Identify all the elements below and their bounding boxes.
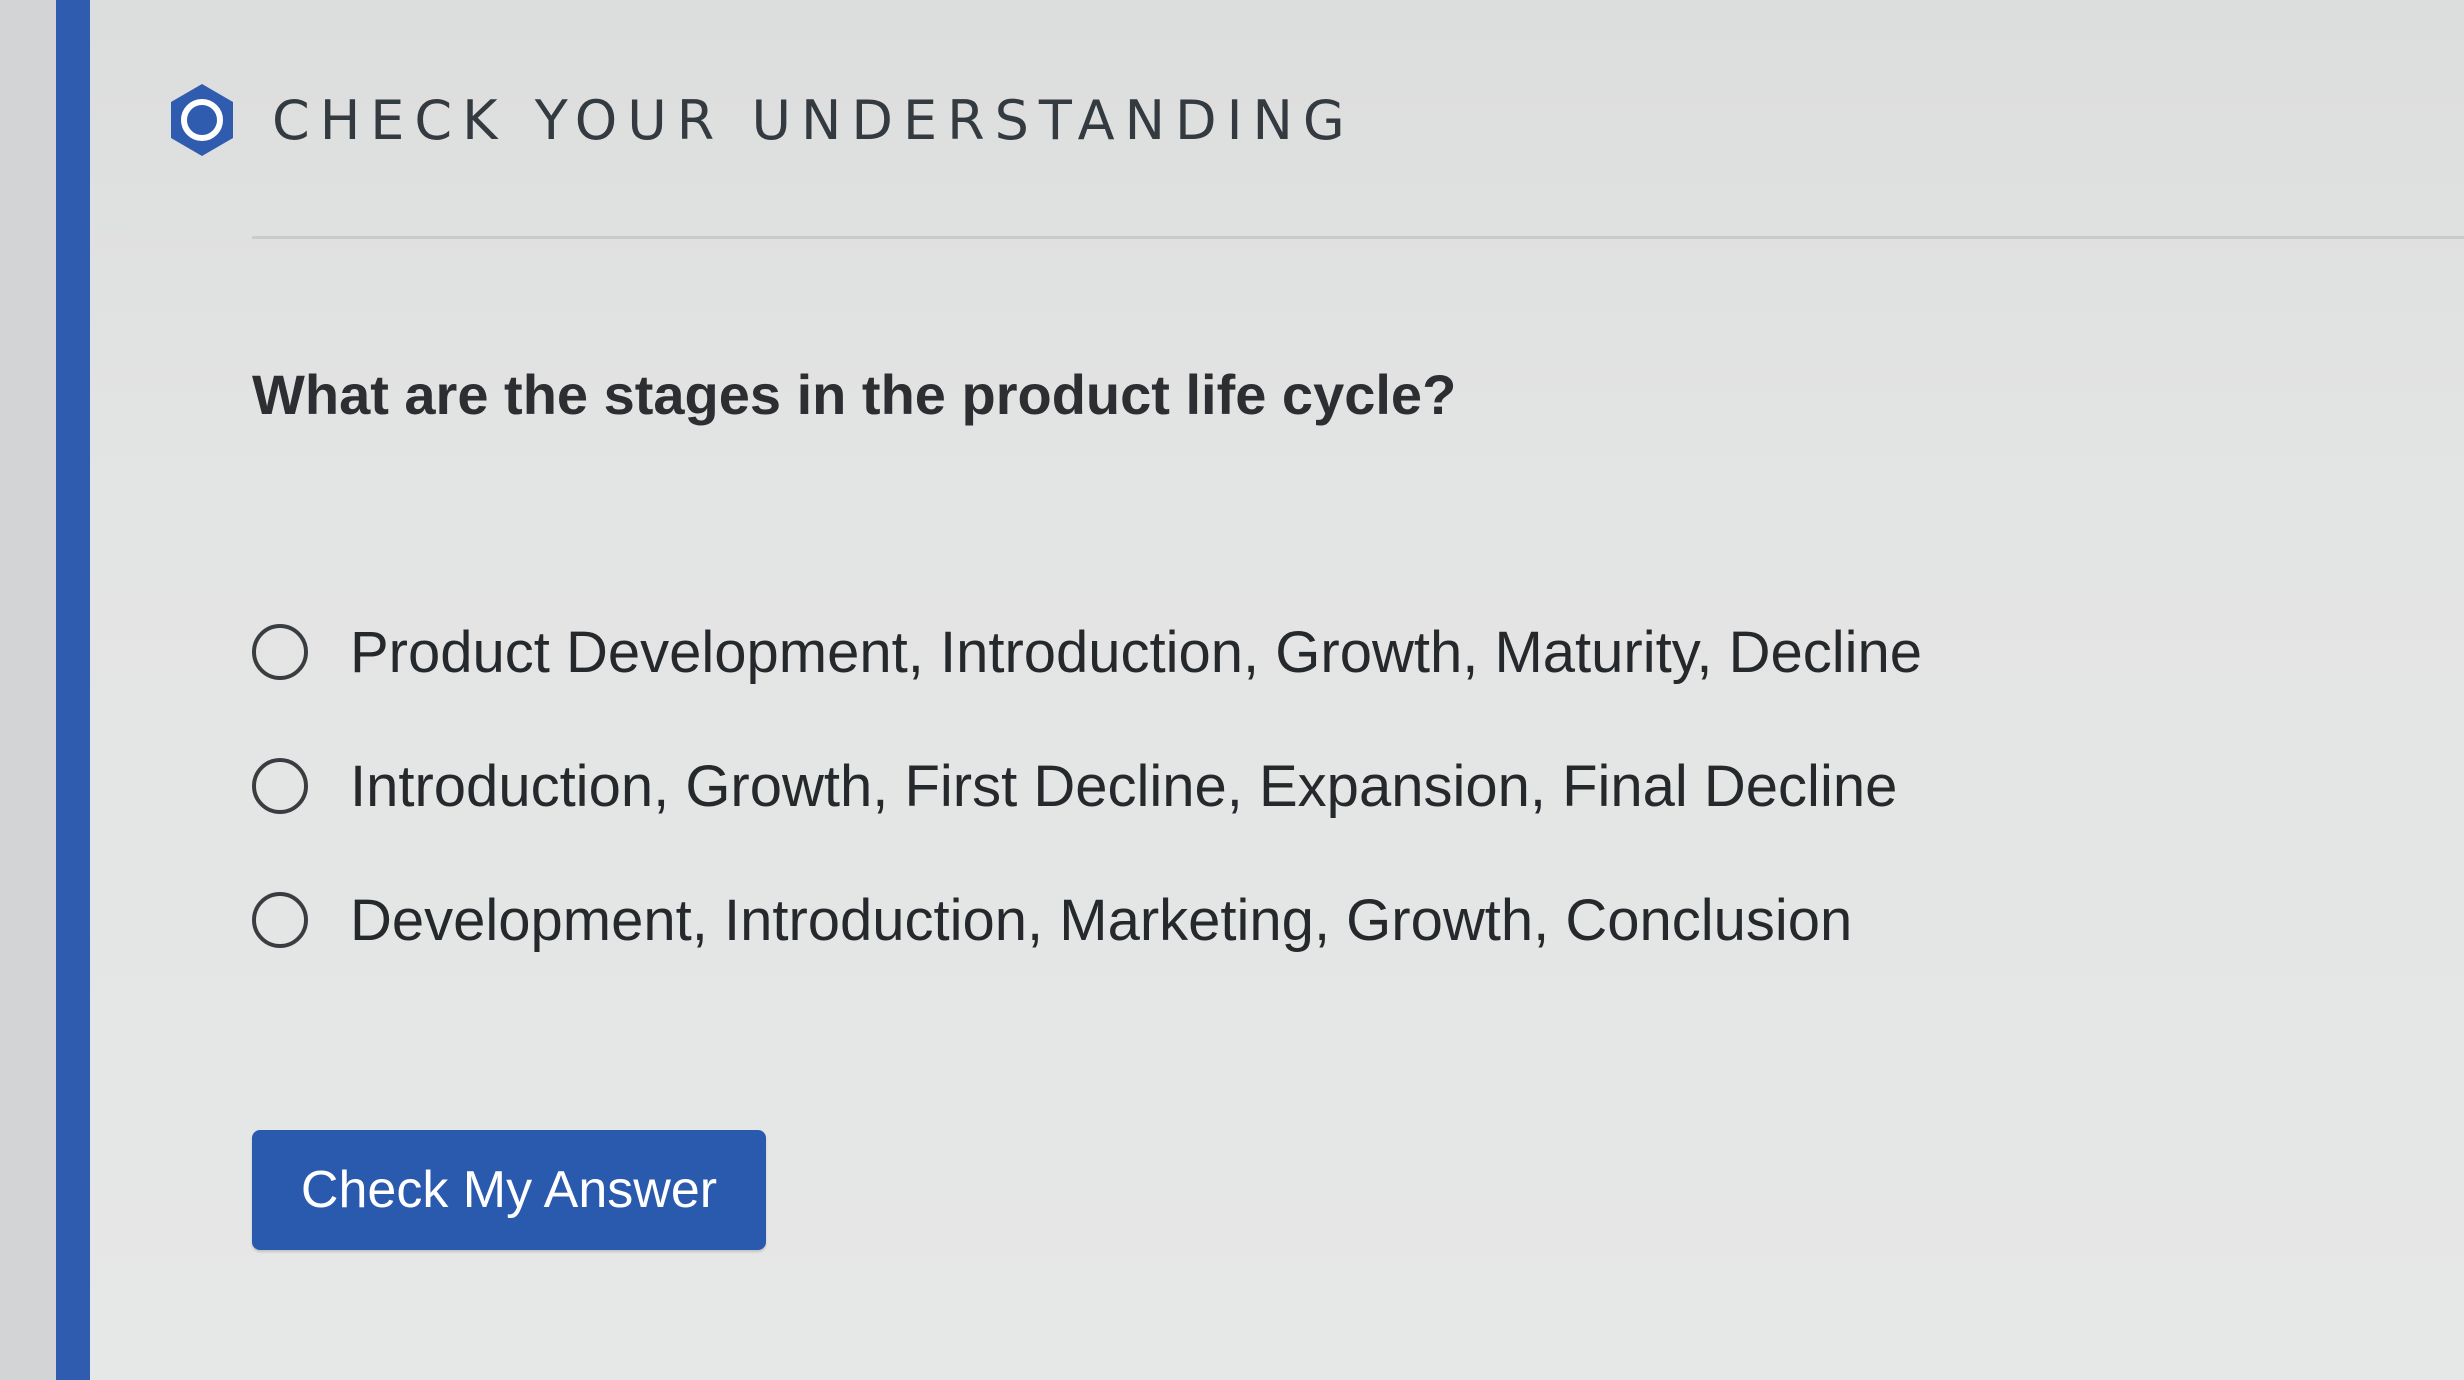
question-text: What are the stages in the product life … xyxy=(252,363,1457,426)
answer-option[interactable]: Product Development, Introduction, Growt… xyxy=(252,612,1922,692)
answer-option-label: Introduction, Growth, First Decline, Exp… xyxy=(350,753,1898,819)
check-my-answer-button[interactable]: Check My Answer xyxy=(252,1130,766,1250)
section-header: CHECK YOUR UNDERSTANDING xyxy=(162,70,1355,170)
answer-option[interactable]: Introduction, Growth, First Decline, Exp… xyxy=(252,746,1922,826)
radio-button[interactable] xyxy=(252,892,308,948)
hexagon-ring-icon xyxy=(162,80,242,160)
header-divider xyxy=(252,236,2464,239)
radio-button[interactable] xyxy=(252,758,308,814)
answer-options: Product Development, Introduction, Growt… xyxy=(252,612,1922,1014)
answer-option[interactable]: Development, Introduction, Marketing, Gr… xyxy=(252,880,1922,960)
answer-option-label: Product Development, Introduction, Growt… xyxy=(350,619,1923,685)
radio-button[interactable] xyxy=(252,624,308,680)
left-gutter xyxy=(0,0,56,1380)
accent-bar xyxy=(56,0,90,1380)
answer-option-label: Development, Introduction, Marketing, Gr… xyxy=(350,887,1853,953)
page-background: CHECK YOUR UNDERSTANDING What are the st… xyxy=(0,0,2464,1380)
section-title: CHECK YOUR UNDERSTANDING xyxy=(272,88,1355,152)
